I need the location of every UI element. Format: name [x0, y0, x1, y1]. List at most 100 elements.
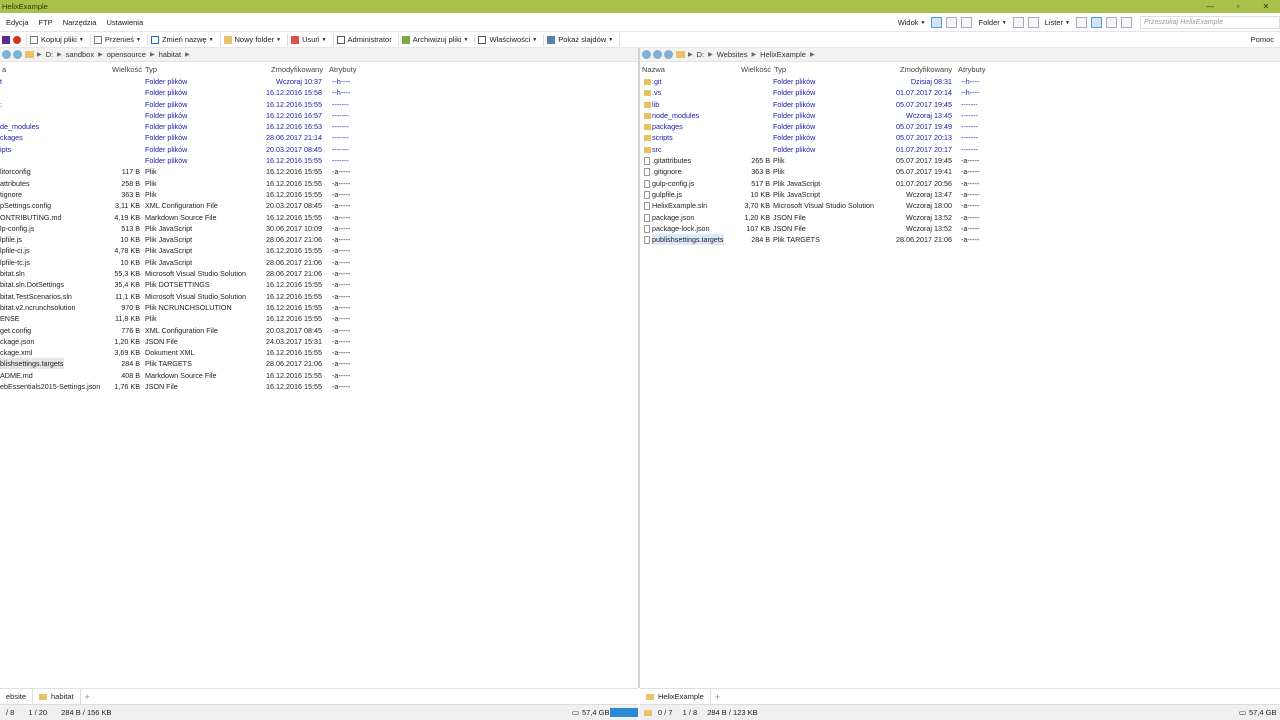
- menu-narzedzia[interactable]: Narzędzia: [57, 18, 101, 27]
- tab-website[interactable]: ebsite: [0, 689, 34, 704]
- table-row[interactable]: .git Folder plików Dzisiaj 08:31 --h----: [640, 76, 1280, 87]
- table-row[interactable]: src Folder plików 01.07.2017 20:17 -------: [640, 144, 1280, 155]
- menu-ustawienia[interactable]: Ustawienia: [100, 18, 147, 27]
- col-name[interactable]: Nazwa: [642, 65, 665, 74]
- table-row[interactable]: Folder plików 16.12.2016 15:58 --h----: [0, 87, 638, 98]
- folder-menu[interactable]: Folder ▼: [974, 18, 1010, 27]
- folder-layout-icon[interactable]: [1012, 17, 1024, 28]
- chrome-icon[interactable]: [13, 35, 21, 44]
- table-row[interactable]: bitat.TestScenarios.sln 11,1 KB Microsoft …: [0, 291, 638, 302]
- properties-button[interactable]: Właściwości ▼: [475, 33, 545, 46]
- delete-button[interactable]: Usuń ▼: [288, 33, 334, 46]
- table-row[interactable]: ckage.xml 3,69 KB Dokument XML 16.12.2016 1…: [0, 347, 638, 358]
- menu-ftp[interactable]: FTP: [33, 18, 57, 27]
- lister-tree-icon[interactable]: [1106, 17, 1117, 28]
- table-row[interactable]: ckages Folder plików 28.06.2017 21:14 -----…: [0, 132, 638, 143]
- help-button[interactable]: Pomoc: [1248, 34, 1280, 46]
- breadcrumb-websites[interactable]: Websites: [717, 50, 748, 59]
- table-row[interactable]: t Folder plików Wczoraj 10:37 --h----: [0, 76, 638, 87]
- col-size[interactable]: Wielkość: [741, 65, 771, 74]
- table-row[interactable]: ebEssentials2015-Settings.json 1,76 KB JSO…: [0, 381, 638, 392]
- folder-layout2-icon[interactable]: [1027, 17, 1039, 28]
- table-row[interactable]: package.json 1,20 KB JSON File Wczoraj 13:5…: [640, 212, 1280, 223]
- table-row[interactable]: tignore 363 B Plik 16.12.2016 15:55 -a-----: [0, 189, 638, 200]
- table-row[interactable]: lpfile-tc.js 10 KB Plik JavaScript 28.06.20…: [0, 257, 638, 268]
- add-tab-button[interactable]: +: [81, 692, 94, 702]
- table-row[interactable]: bitat.v2.ncrunchsolution 970 B Plik NCRUNC…: [0, 302, 638, 313]
- col-name[interactable]: a: [2, 65, 6, 74]
- table-row[interactable]: pSettings.config 3,11 KB XML Configuration…: [0, 200, 638, 211]
- lister-menu[interactable]: Lister ▼: [1041, 18, 1074, 27]
- table-row[interactable]: packages Folder plików 05.07.2017 19:49 ---…: [640, 121, 1280, 132]
- forward-icon[interactable]: [653, 50, 662, 59]
- table-row[interactable]: de_modules Folder plików 16.12.2016 16:53-…: [0, 121, 638, 132]
- table-row[interactable]: ckage.json 1,20 KB JSON File 24.03.2017 15:…: [0, 336, 638, 347]
- lister-viewer-icon[interactable]: [1121, 17, 1132, 28]
- table-row[interactable]: scripts Folder plików 05.07.2017 20:13 ----…: [640, 132, 1280, 143]
- col-date[interactable]: Zmodyfikowany: [900, 65, 952, 74]
- table-row[interactable]: Folder plików 16.12.2016 16:57 -------: [0, 110, 638, 121]
- maximize-button[interactable]: ▫: [1224, 0, 1252, 13]
- col-size[interactable]: Wielkość: [112, 65, 142, 74]
- table-row[interactable]: ONTRIBUTING.md 4,19 KB Markdown Source Fil…: [0, 212, 638, 223]
- table-row[interactable]: publishsettings.targets 284 B Plik TARGETS…: [640, 234, 1280, 246]
- breadcrumb-drive[interactable]: D:: [46, 50, 54, 59]
- col-attr[interactable]: Atrybuty: [329, 65, 357, 74]
- table-row[interactable]: gulpfile.js 10 KB Plik JavaScript Wczoraj 1…: [640, 189, 1280, 200]
- archive-button[interactable]: Archiwizuj pliki ▼: [399, 33, 476, 46]
- forward-icon[interactable]: [13, 50, 22, 59]
- admin-button[interactable]: Administrator: [334, 33, 399, 46]
- breadcrumb-habitat[interactable]: habitat: [159, 50, 182, 59]
- view-list-icon[interactable]: [946, 17, 958, 28]
- breadcrumb-helixexample[interactable]: HelixExample: [760, 50, 806, 59]
- vs-icon[interactable]: [2, 35, 10, 44]
- table-row[interactable]: gulp-config.js 517 B Plik JavaScript 01.07.…: [640, 178, 1280, 189]
- table-row[interactable]: blishsettings.targets 284 B Plik TARGETS 28…: [0, 358, 638, 370]
- col-attr[interactable]: Atrybuty: [958, 65, 986, 74]
- slideshow-button[interactable]: Pokaż slajdów ▼: [544, 33, 621, 46]
- table-row[interactable]: ipts Folder plików 20.03.2017 08:45 -------: [0, 144, 638, 155]
- tab-helixexample[interactable]: HelixExample: [640, 689, 711, 704]
- close-button[interactable]: ✕: [1252, 0, 1280, 13]
- back-icon[interactable]: [642, 50, 651, 59]
- table-row[interactable]: lib Folder plików 05.07.2017 19:45 -------: [640, 99, 1280, 110]
- table-row[interactable]: get.config 776 B XML Configuration File 20.…: [0, 325, 638, 336]
- table-row[interactable]: ADME.md 408 B Markdown Source File 16.12.20…: [0, 370, 638, 381]
- add-tab-button[interactable]: +: [711, 692, 724, 702]
- view-menu[interactable]: Widok ▼: [894, 18, 930, 27]
- table-row[interactable]: HelixExample.sln 3,70 KB Microsoft Visual …: [640, 200, 1280, 211]
- menu-edycja[interactable]: Edycja: [0, 18, 33, 27]
- tab-habitat[interactable]: habitat: [33, 689, 81, 704]
- table-row[interactable]: attributes 258 B Plik 16.12.2016 15:55 -a---…: [0, 178, 638, 189]
- lister-dual-icon[interactable]: [1091, 17, 1102, 28]
- lister-single-icon[interactable]: [1076, 17, 1087, 28]
- table-row[interactable]: litorconfig 117 B Plik 16.12.2016 15:55 -a--…: [0, 166, 638, 177]
- col-date[interactable]: Zmodyfikowany: [271, 65, 323, 74]
- table-row[interactable]: ENSE 11,8 KB Plik 16.12.2016 15:55 -a-----: [0, 313, 638, 324]
- table-row[interactable]: Folder plików 16.12.2016 15:55 -------: [0, 155, 638, 166]
- table-row[interactable]: : Folder plików 16.12.2016 15:55 -------: [0, 99, 638, 110]
- breadcrumb-drive[interactable]: D:: [697, 50, 705, 59]
- minimize-button[interactable]: —: [1196, 0, 1224, 13]
- back-icon[interactable]: [2, 50, 11, 59]
- breadcrumb-sandbox[interactable]: sandbox: [66, 50, 94, 59]
- col-type[interactable]: Typ: [774, 65, 786, 74]
- copy-button[interactable]: Kopiuj pliki ▼: [27, 33, 91, 46]
- col-type[interactable]: Typ: [145, 65, 157, 74]
- rename-button[interactable]: Zmień nazwę ▼: [148, 33, 221, 46]
- table-row[interactable]: .gitignore 363 B Plik 05.07.2017 19:41 -a---…: [640, 166, 1280, 177]
- new-folder-button[interactable]: Nowy folder ▼: [221, 33, 289, 46]
- table-row[interactable]: node_modules Folder plików Wczoraj 13:45 --…: [640, 110, 1280, 121]
- table-row[interactable]: lpfile.js 10 KB Plik JavaScript 28.06.2017 …: [0, 234, 638, 245]
- table-row[interactable]: lp-config.js 513 B Plik JavaScript 30.06.20…: [0, 223, 638, 234]
- breadcrumb-opensource[interactable]: opensource: [107, 50, 146, 59]
- table-row[interactable]: bitat.sln.DotSettings 35,4 KB Plik DOTSETT…: [0, 279, 638, 290]
- table-row[interactable]: .vs Folder plików 01.07.2017 20:14 --h----: [640, 87, 1280, 98]
- table-row[interactable]: lpfile-ci.js 4,78 KB Plik JavaScript 16.12.…: [0, 245, 638, 256]
- move-button[interactable]: Przenieś ▼: [91, 33, 148, 46]
- up-icon[interactable]: [664, 50, 673, 59]
- view-thumbs-icon[interactable]: [961, 17, 973, 28]
- view-details-icon[interactable]: [931, 17, 943, 28]
- table-row[interactable]: bitat.sln 55,3 KB Microsoft Visual Studio …: [0, 268, 638, 279]
- table-row[interactable]: package-lock.json 107 KB JSON File Wczoraj …: [640, 223, 1280, 234]
